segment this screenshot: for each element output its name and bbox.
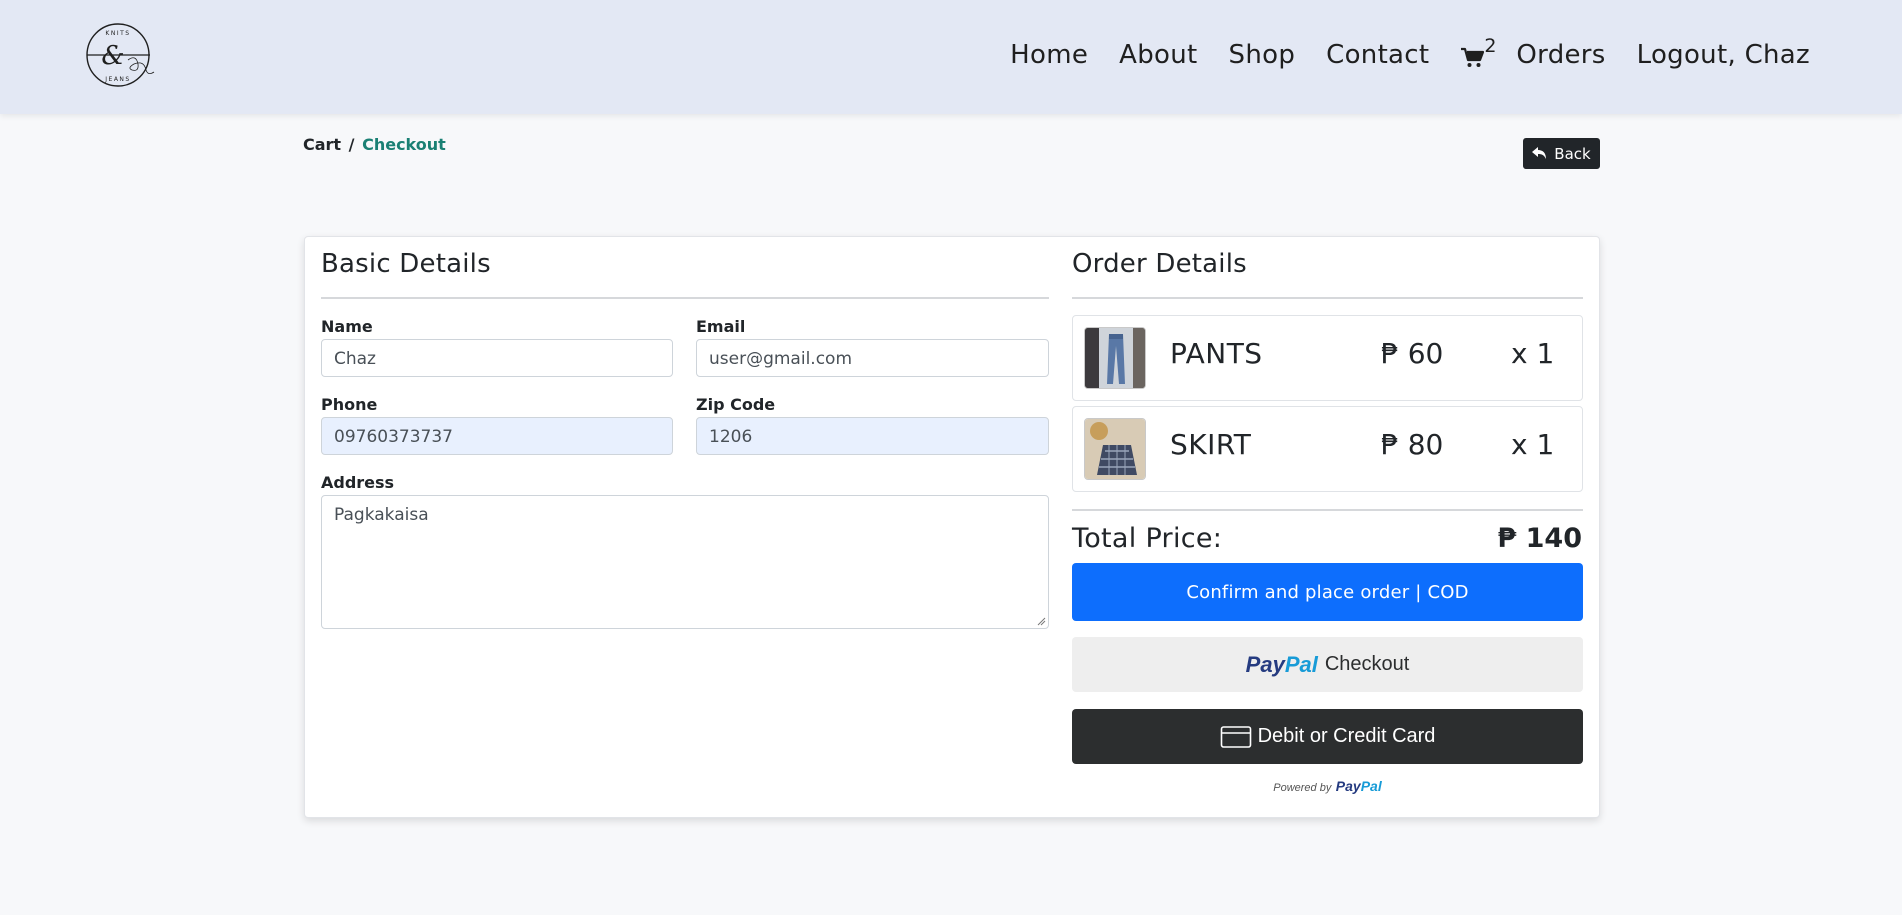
email-field[interactable]: user@gmail.com xyxy=(696,339,1049,377)
total-price-label: Total Price: xyxy=(1072,523,1223,554)
nav-logout[interactable]: Logout, Chaz xyxy=(1637,40,1810,70)
resize-handle-icon[interactable] xyxy=(1036,616,1046,626)
order-item: PANTS ₱ 60 x 1 xyxy=(1072,315,1583,401)
paypal-logo: PayPal xyxy=(1245,651,1318,677)
debit-credit-card-button[interactable]: Debit or Credit Card xyxy=(1072,709,1583,764)
nav-contact[interactable]: Contact xyxy=(1326,40,1429,70)
nav-home[interactable]: Home xyxy=(1010,40,1088,70)
nav-shop[interactable]: Shop xyxy=(1229,40,1296,70)
order-item-quantity: x 1 xyxy=(1511,428,1555,461)
powered-by-text: Powered by xyxy=(1273,782,1332,794)
order-details-divider xyxy=(1072,297,1583,299)
order-item-name: PANTS xyxy=(1170,337,1263,370)
basic-details-divider xyxy=(321,297,1049,299)
back-button[interactable]: Back xyxy=(1523,138,1600,169)
pants-thumbnail xyxy=(1084,327,1146,389)
confirm-cod-button[interactable]: Confirm and place order | COD xyxy=(1072,563,1583,621)
name-field[interactable]: Chaz xyxy=(321,339,673,377)
total-price-value: ₱ 140 xyxy=(1497,523,1582,554)
basic-details-title: Basic Details xyxy=(321,249,491,279)
back-button-label: Back xyxy=(1554,144,1591,163)
powered-by-paypal: Powered by PayPal xyxy=(1072,778,1583,796)
nav-cart[interactable]: 2 xyxy=(1460,35,1496,69)
phone-field[interactable]: 09760373737 xyxy=(321,417,673,455)
nav-orders[interactable]: Orders xyxy=(1516,40,1605,70)
svg-text:&: & xyxy=(101,41,124,71)
navbar: KNITS JEANS & Home About Shop Contact 2 … xyxy=(0,0,1902,114)
phone-label: Phone xyxy=(321,395,378,414)
debit-credit-card-label: Debit or Credit Card xyxy=(1257,725,1436,747)
order-item-price: ₱ 60 xyxy=(1381,337,1444,370)
skirt-thumbnail xyxy=(1084,418,1146,480)
checkout-card: Basic Details Name Chaz Email user@gmail… xyxy=(304,236,1600,818)
cart-count-badge: 2 xyxy=(1484,35,1497,57)
order-item-name: SKIRT xyxy=(1170,428,1252,461)
breadcrumb: Cart / Checkout xyxy=(303,135,446,154)
paypal-small-logo: PayPal xyxy=(1335,778,1382,794)
order-item: SKIRT ₱ 80 x 1 xyxy=(1072,406,1583,492)
cart-icon xyxy=(1461,47,1485,67)
order-item-price: ₱ 80 xyxy=(1381,428,1444,461)
name-label: Name xyxy=(321,317,373,336)
brand-logo[interactable]: KNITS JEANS & xyxy=(84,22,158,88)
order-item-quantity: x 1 xyxy=(1511,337,1555,370)
breadcrumb-separator: / xyxy=(348,135,355,154)
reply-arrow-icon xyxy=(1532,147,1547,159)
nav-about[interactable]: About xyxy=(1119,40,1197,70)
address-textarea[interactable]: Pagkakaisa xyxy=(321,495,1049,629)
svg-text:JEANS: JEANS xyxy=(104,76,130,83)
paypal-checkout-label: Checkout xyxy=(1324,653,1410,675)
breadcrumb-checkout[interactable]: Checkout xyxy=(362,135,446,154)
svg-text:KNITS: KNITS xyxy=(105,30,130,37)
order-details-title: Order Details xyxy=(1072,249,1247,279)
paypal-checkout-button[interactable]: PayPal Checkout xyxy=(1072,637,1583,692)
main-nav: Home About Shop Contact 2 Orders Logout,… xyxy=(1010,35,1810,74)
credit-card-icon xyxy=(1220,725,1251,748)
address-value: Pagkakaisa xyxy=(334,505,429,525)
breadcrumb-cart[interactable]: Cart xyxy=(303,135,341,154)
address-label: Address xyxy=(321,473,395,492)
email-label: Email xyxy=(696,317,746,336)
zip-code-label: Zip Code xyxy=(696,395,776,414)
total-divider xyxy=(1072,509,1583,511)
zip-code-field[interactable]: 1206 xyxy=(696,417,1049,455)
